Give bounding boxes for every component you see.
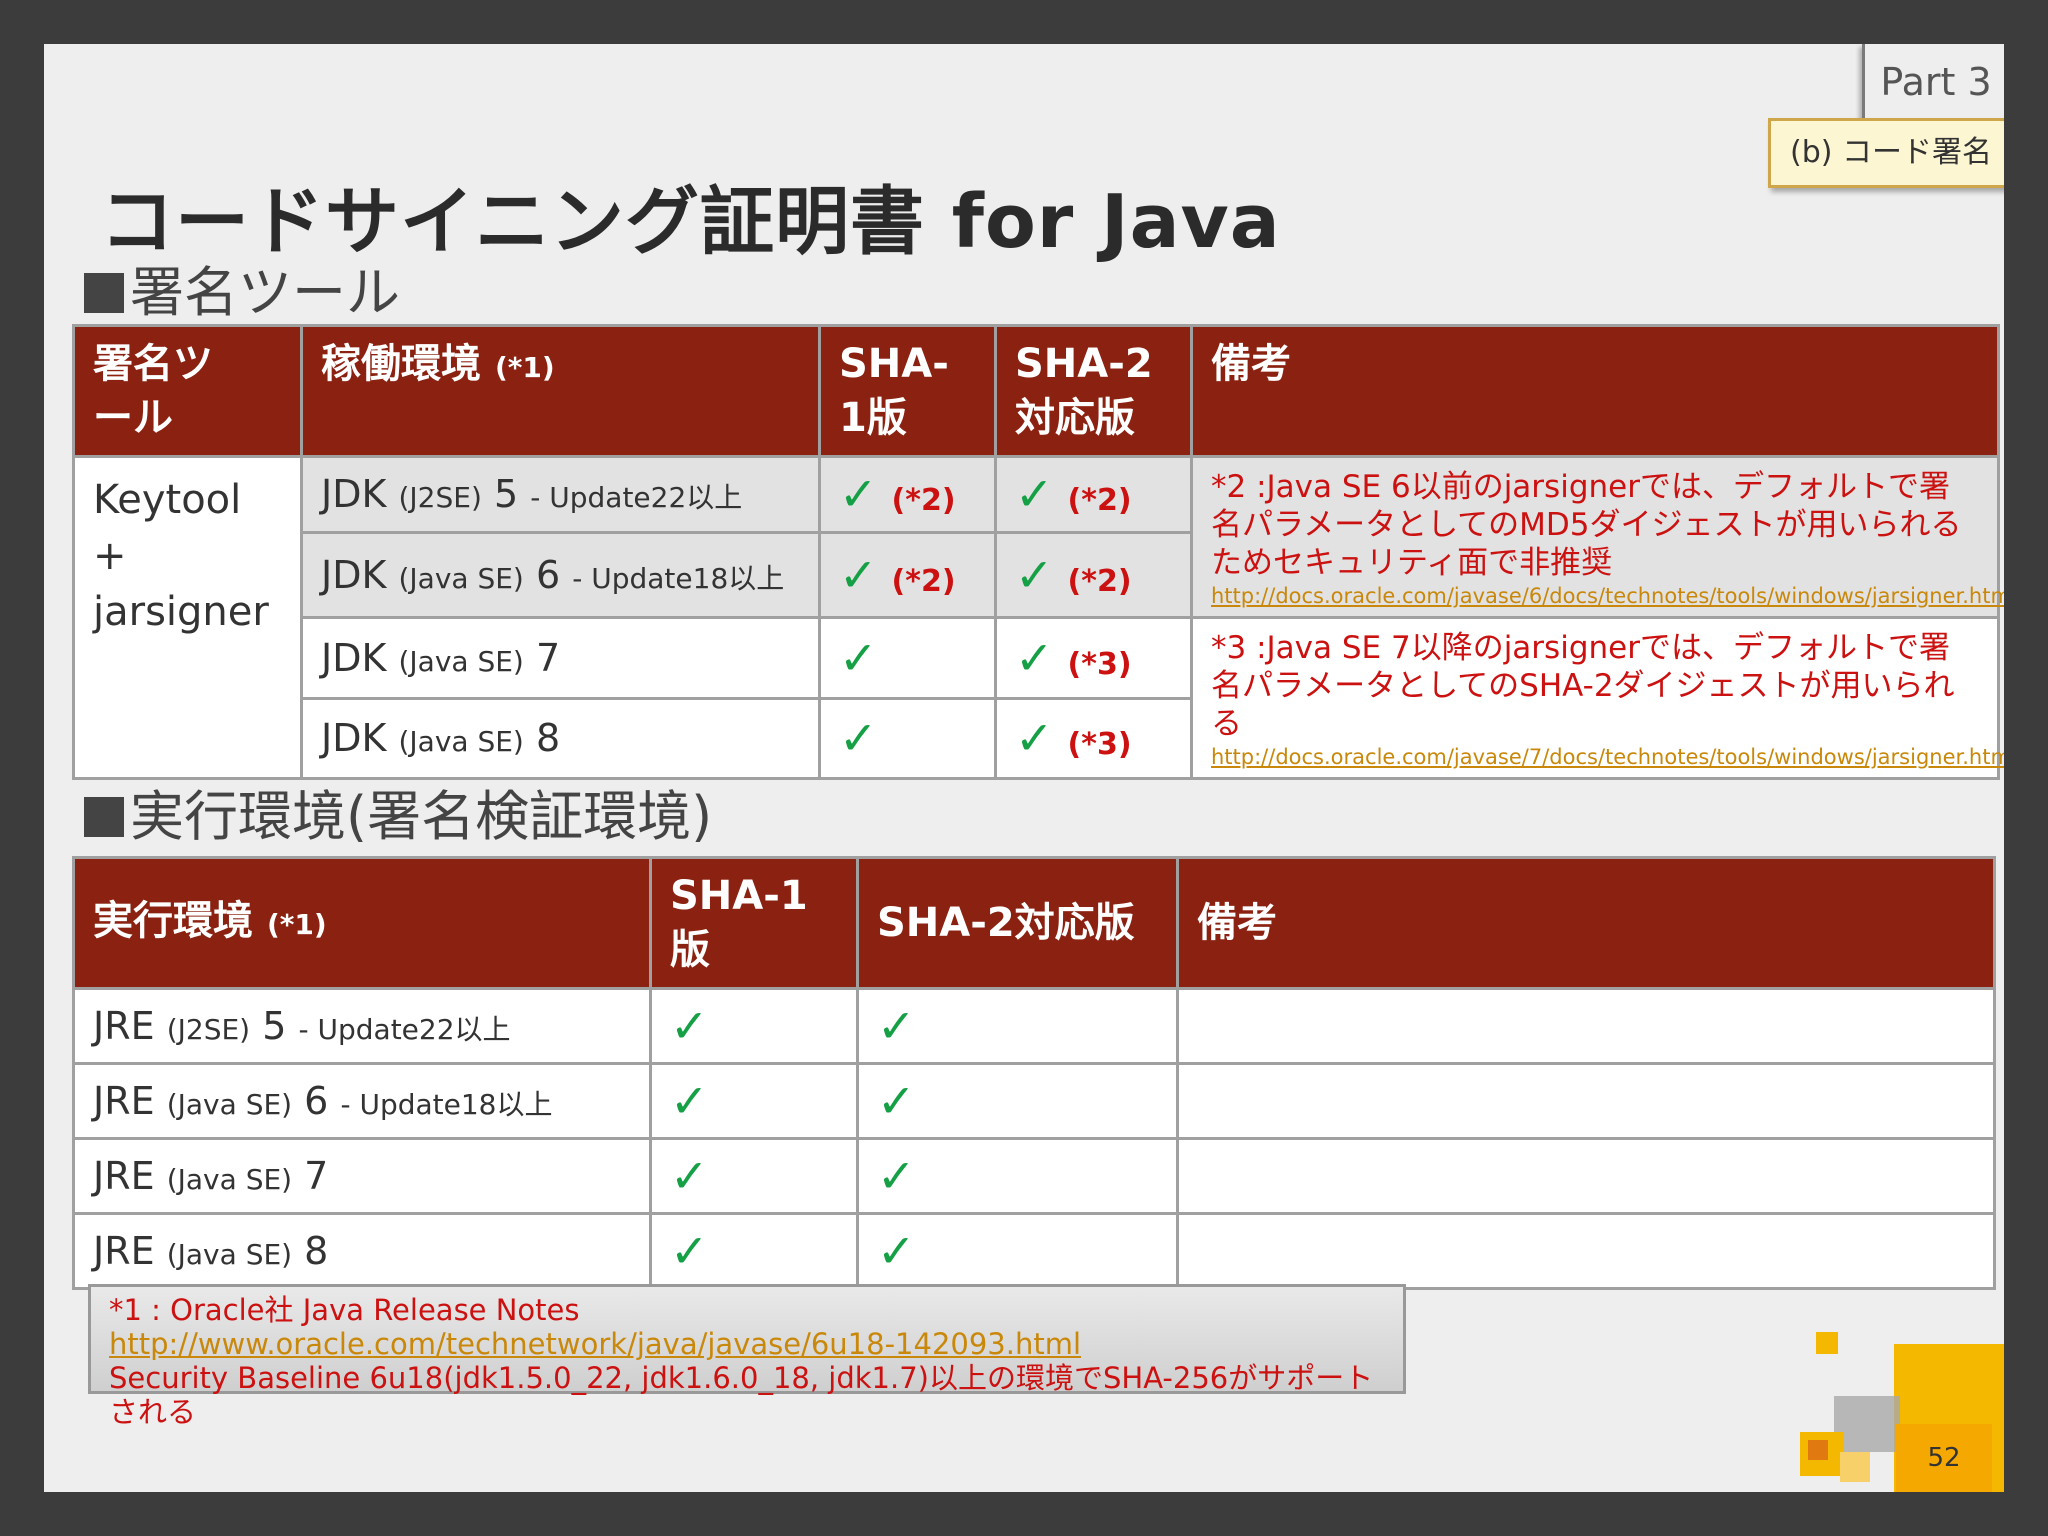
header-notes: 備考 [1176, 856, 1996, 990]
section-heading-runtime: 実行環境(署名検証環境) [84, 772, 712, 851]
check-icon: ✓ [670, 1074, 709, 1128]
note2-text: *2 :Java SE 6以前のjarsignerでは、デフォルトで署名パラメー… [1211, 469, 1962, 581]
header-sha2: SHA-2対応版 [994, 324, 1193, 458]
env-cell: JRE (J2SE) 5 - Update22以上 [72, 987, 652, 1065]
check-icon: ✓ [877, 1074, 916, 1128]
sha1-check-cell: ✓ [649, 1212, 859, 1290]
section-tab: (b) コード署名 [1768, 118, 2004, 188]
table-row: JDK (Java SE) 7 ✓ ✓ (*3) *3 :Java SE 7以降の… [74, 616, 2004, 780]
sha2-check-cell: ✓ [856, 987, 1179, 1065]
env-cell: JDK (Java SE) 6 - Update18以上 [300, 530, 821, 620]
notes-cell [1176, 1137, 1996, 1215]
footnote-line3: Security Baseline 6u18(jdk1.5.0_22, jdk1… [109, 1361, 1374, 1429]
footnote-line1: *1 : Oracle社 Java Release Notes [109, 1293, 580, 1327]
check-icon: ✓ [1015, 467, 1054, 522]
check-icon: ✓ [877, 1224, 916, 1278]
table-header-row: 実行環境 (*1) SHA-1版 SHA-2対応版 備考 [72, 856, 1996, 990]
sha1-check-cell: ✓ [818, 696, 997, 780]
note2-cell: *2 :Java SE 6以前のjarsignerでは、デフォルトで署名パラメー… [1190, 455, 2004, 619]
check-icon: ✓ [1015, 711, 1054, 766]
env-cell: JDK (Java SE) 8 [300, 696, 821, 780]
sha1-check-cell: ✓ [818, 616, 997, 700]
footnote-box: *1 : Oracle社 Java Release Notes http://w… [88, 1284, 1406, 1429]
sha2-check-cell: ✓ [856, 1137, 1179, 1215]
table-row: JRE (Java SE) 6 - Update18以上 ✓ ✓ [72, 1062, 1996, 1140]
page-number: 52 [1896, 1424, 1992, 1492]
check-icon: ✓ [877, 999, 916, 1053]
sha1-check-cell: ✓ [649, 1137, 859, 1215]
header-sha1: SHA-1版 [649, 856, 859, 990]
note3-text: *3 :Java SE 7以降のjarsignerでは、デフォルトで署名パラメー… [1211, 630, 1955, 742]
env-cell: JRE (Java SE) 8 [72, 1212, 652, 1290]
sha2-check-cell: ✓ (*3) [994, 696, 1193, 780]
env-cell: JRE (Java SE) 7 [72, 1137, 652, 1215]
sha1-check-cell: ✓ (*2) [818, 530, 997, 620]
check-icon: ✓ [839, 711, 878, 766]
check-icon: ✓ [670, 1149, 709, 1203]
header-env: 実行環境 (*1) [72, 856, 652, 990]
slide: Part 3 (b) コード署名 コードサイニング証明書 for Java 署名… [44, 44, 2004, 1492]
check-icon: ✓ [1015, 547, 1054, 602]
check-icon: ✓ [877, 1149, 916, 1203]
table-row: Keytool + jarsigner JDK (J2SE) 5 - Updat… [72, 455, 2004, 780]
header-env: 稼働環境 (*1) [300, 324, 821, 458]
footnote-link[interactable]: http://www.oracle.com/technetwork/java/j… [109, 1327, 1385, 1361]
env-cell: JDK (J2SE) 5 - Update22以上 [300, 455, 821, 534]
table-header-row: 署名ツール 稼働環境 (*1) SHA-1版 SHA-2対応版 備考 [72, 324, 2000, 458]
decorative-square [1808, 1440, 1828, 1460]
table-row: JRE (Java SE) 7 ✓ ✓ [72, 1137, 1996, 1215]
note3-cell: *3 :Java SE 7以降のjarsignerでは、デフォルトで署名パラメー… [1190, 616, 2004, 780]
notes-cell [1176, 1212, 1996, 1290]
notes-cell [1176, 987, 1996, 1065]
sha1-check-cell: ✓ [649, 987, 859, 1065]
decorative-square [1816, 1332, 1838, 1354]
note3-link[interactable]: http://docs.oracle.com/javase/7/docs/tec… [1211, 743, 2004, 771]
sha1-check-cell: ✓ (*2) [818, 455, 997, 534]
table-row: JRE (Java SE) 8 ✓ ✓ [72, 1212, 1996, 1290]
square-bullet-icon [84, 797, 124, 837]
check-icon: ✓ [1015, 630, 1054, 685]
decorative-square [1840, 1452, 1870, 1482]
notes-cell [1176, 1062, 1996, 1140]
sha2-check-cell: ✓ (*2) [994, 530, 1193, 620]
sha2-check-cell: ✓ [856, 1212, 1179, 1290]
sha1-check-cell: ✓ [649, 1062, 859, 1140]
header-notes: 備考 [1190, 324, 2000, 458]
check-icon: ✓ [670, 999, 709, 1053]
sha2-check-cell: ✓ (*2) [994, 455, 1193, 534]
check-icon: ✓ [839, 547, 878, 602]
check-icon: ✓ [839, 467, 878, 522]
header-sha2: SHA-2対応版 [856, 856, 1179, 990]
signing-tool-table: 署名ツール 稼働環境 (*1) SHA-1版 SHA-2対応版 備考 Keyto… [72, 324, 2004, 780]
header-sha1: SHA-1版 [818, 324, 997, 458]
header-tool: 署名ツール [72, 324, 303, 458]
table-row: JRE (J2SE) 5 - Update22以上 ✓ ✓ [72, 987, 1996, 1065]
tool-name-cell: Keytool + jarsigner [72, 455, 303, 780]
note2-link[interactable]: http://docs.oracle.com/javase/6/docs/tec… [1211, 582, 2004, 610]
env-cell: JDK (Java SE) 7 [300, 616, 821, 700]
runtime-table: 実行環境 (*1) SHA-1版 SHA-2対応版 備考 JRE (J2SE) … [72, 856, 1996, 1290]
sha2-check-cell: ✓ [856, 1062, 1179, 1140]
check-icon: ✓ [839, 630, 878, 685]
env-cell: JRE (Java SE) 6 - Update18以上 [72, 1062, 652, 1140]
square-bullet-icon [84, 273, 124, 313]
sha2-check-cell: ✓ (*3) [994, 616, 1193, 700]
section-heading-signing-tool: 署名ツール [84, 248, 400, 327]
check-icon: ✓ [670, 1224, 709, 1278]
